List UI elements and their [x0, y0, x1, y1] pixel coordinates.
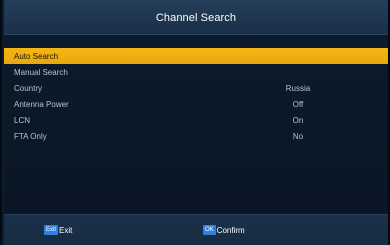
menu-item-auto-search[interactable]: Auto Search: [4, 48, 388, 64]
lcn-value: On: [292, 115, 304, 125]
tv-osd-screen: Channel Search Auto Search Manual Search…: [0, 0, 390, 245]
page-title: Channel Search: [155, 12, 237, 24]
menu-item-manual-search[interactable]: Manual Search: [4, 64, 388, 80]
exit-hint[interactable]: Exit Exit: [44, 225, 72, 235]
fta-only-value: No: [292, 131, 304, 141]
menu-item-antenna-power[interactable]: Antenna Power Off: [4, 96, 388, 112]
menu-list: Auto Search Manual Search Country Russia…: [4, 48, 388, 144]
title-bar: Channel Search: [4, 0, 388, 35]
footer-hint-bar: Exit Exit OK Confirm: [4, 214, 388, 245]
exit-key-badge: Exit: [44, 225, 59, 235]
menu-item-label: Manual Search: [14, 67, 68, 77]
menu-item-lcn[interactable]: LCN On: [4, 112, 388, 128]
exit-label: Exit: [59, 225, 73, 235]
menu-item-label: Antenna Power: [14, 99, 69, 109]
antenna-power-value: Off: [292, 99, 304, 109]
confirm-hint[interactable]: OK Confirm: [203, 225, 245, 235]
menu-item-label: LCN: [14, 115, 31, 125]
country-value: Russia: [285, 83, 311, 93]
menu-item-label: Country: [14, 83, 43, 93]
ok-key-badge: OK: [203, 225, 216, 235]
menu-item-fta-only[interactable]: FTA Only No: [4, 128, 388, 144]
menu-item-label: Auto Search: [14, 51, 59, 61]
menu-item-country[interactable]: Country Russia: [4, 80, 388, 96]
menu-panel: Auto Search Manual Search Country Russia…: [4, 35, 388, 214]
menu-item-label: FTA Only: [14, 131, 47, 141]
confirm-label: Confirm: [216, 225, 245, 235]
